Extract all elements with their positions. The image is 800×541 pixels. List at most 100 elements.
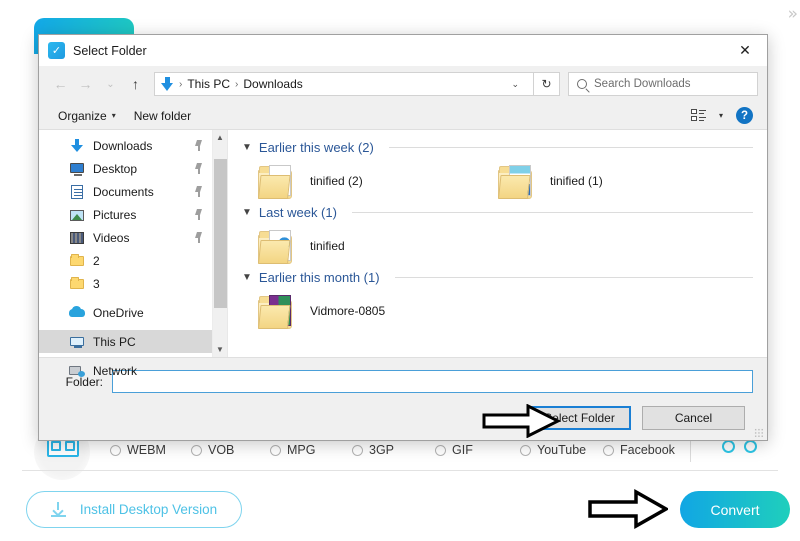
divider bbox=[395, 277, 753, 278]
organize-label: Organize bbox=[58, 109, 107, 123]
group-header-last-week[interactable]: ▼ Last week (1) bbox=[242, 205, 753, 220]
radio-icon[interactable] bbox=[603, 445, 614, 456]
social-icon-2[interactable] bbox=[744, 440, 757, 453]
chevron-down-icon: ▾ bbox=[112, 111, 116, 120]
scrollbar-track[interactable] bbox=[213, 145, 227, 342]
sidebar-item-folder-3[interactable]: 3 bbox=[39, 272, 212, 295]
install-desktop-version-button[interactable]: Install Desktop Version bbox=[26, 491, 242, 528]
radio-icon[interactable] bbox=[110, 445, 121, 456]
group-title: Earlier this week (2) bbox=[259, 140, 374, 155]
chevron-down-icon[interactable]: ▾ bbox=[719, 111, 723, 120]
pin-icon[interactable] bbox=[194, 232, 204, 243]
dialog-body: Downloads Desktop Documents Pictures Vid bbox=[39, 130, 767, 357]
group-title: Last week (1) bbox=[259, 205, 337, 220]
scroll-up-icon[interactable]: ▲ bbox=[216, 130, 224, 145]
list-item[interactable]: Vidmore-0805 bbox=[258, 293, 498, 329]
pin-icon[interactable] bbox=[194, 140, 204, 151]
navigation-pane-scrollbar[interactable]: ▲ ▼ bbox=[212, 130, 227, 357]
cancel-button[interactable]: Cancel bbox=[642, 406, 745, 430]
sidebar-item-label: OneDrive bbox=[93, 306, 204, 320]
radio-icon[interactable] bbox=[270, 445, 281, 456]
sidebar-item-downloads[interactable]: Downloads bbox=[39, 134, 212, 157]
breadcrumb-item-this-pc[interactable]: This PC bbox=[187, 77, 230, 91]
download-icon bbox=[51, 502, 66, 517]
view-layout-icon[interactable] bbox=[691, 109, 706, 122]
format-option[interactable]: WEBM bbox=[110, 443, 191, 457]
sidebar-item-network[interactable]: Network bbox=[39, 359, 212, 382]
refresh-icon[interactable]: ↻ bbox=[534, 72, 560, 96]
list-item[interactable]: tinified bbox=[258, 228, 498, 264]
format-option[interactable]: Facebook bbox=[603, 443, 675, 457]
radio-icon[interactable] bbox=[520, 445, 531, 456]
radio-icon[interactable] bbox=[191, 445, 202, 456]
sidebar-item-videos[interactable]: Videos bbox=[39, 226, 212, 249]
sidebar-item-documents[interactable]: Documents bbox=[39, 180, 212, 203]
format-label: Facebook bbox=[620, 443, 675, 457]
sidebar-item-label: This PC bbox=[93, 335, 204, 349]
breadcrumb[interactable]: › This PC › Downloads ⌄ bbox=[154, 72, 534, 96]
select-folder-dialog: ✓ Select Folder ✕ ← → ⌄ ↑ › This PC › Do… bbox=[38, 34, 768, 441]
format-option[interactable]: VOB bbox=[191, 443, 270, 457]
list-item[interactable]: tinified (2) bbox=[258, 163, 498, 199]
arrow-annotation-select-folder bbox=[482, 404, 560, 438]
sidebar-item-folder-2[interactable]: 2 bbox=[39, 249, 212, 272]
format-option[interactable]: MPG bbox=[270, 443, 352, 457]
dialog-toolbar: Organize ▾ New folder ▾ ? bbox=[39, 102, 767, 130]
convert-button-label: Convert bbox=[710, 502, 759, 518]
new-folder-label: New folder bbox=[134, 109, 191, 123]
recent-locations-icon[interactable]: ⌄ bbox=[98, 71, 123, 97]
list-item[interactable]: tinified (1) bbox=[498, 163, 738, 199]
resize-grip[interactable] bbox=[754, 428, 764, 438]
scroll-down-icon[interactable]: ▼ bbox=[216, 342, 224, 357]
pin-icon[interactable] bbox=[194, 163, 204, 174]
sidebar-item-this-pc[interactable]: This PC bbox=[39, 330, 212, 353]
folder-icon bbox=[258, 293, 298, 329]
chevron-down-icon[interactable]: ▼ bbox=[242, 142, 252, 153]
pin-icon[interactable] bbox=[194, 209, 204, 220]
sidebar-item-label: 3 bbox=[93, 277, 204, 291]
chevron-down-icon[interactable]: ▼ bbox=[242, 207, 252, 218]
new-folder-button[interactable]: New folder bbox=[125, 105, 200, 127]
navigation-pane: Downloads Desktop Documents Pictures Vid bbox=[39, 130, 212, 357]
convert-button[interactable]: Convert bbox=[680, 491, 790, 528]
file-name: Vidmore-0805 bbox=[310, 304, 385, 318]
sidebar-item-label: 2 bbox=[93, 254, 204, 268]
format-option[interactable]: GIF bbox=[435, 443, 520, 457]
this-pc-icon bbox=[69, 334, 85, 350]
radio-icon[interactable] bbox=[352, 445, 363, 456]
sidebar-item-desktop[interactable]: Desktop bbox=[39, 157, 212, 180]
format-option[interactable]: YouTube bbox=[520, 443, 603, 457]
group-header-earlier-this-month[interactable]: ▼ Earlier this month (1) bbox=[242, 270, 753, 285]
help-icon[interactable]: ? bbox=[736, 107, 753, 124]
file-list-pane[interactable]: ▼ Earlier this week (2) tinified (2) tin… bbox=[227, 130, 767, 357]
file-name: tinified (2) bbox=[310, 174, 363, 188]
sidebar-item-label: Network bbox=[93, 364, 204, 378]
format-label: 3GP bbox=[369, 443, 394, 457]
sidebar-item-onedrive[interactable]: OneDrive bbox=[39, 301, 212, 324]
breadcrumb-item-downloads[interactable]: Downloads bbox=[243, 77, 302, 91]
dialog-navigation-bar: ← → ⌄ ↑ › This PC › Downloads ⌄ ↻ Search… bbox=[39, 66, 767, 102]
format-label: WEBM bbox=[127, 443, 166, 457]
pin-icon[interactable] bbox=[194, 186, 204, 197]
organize-button[interactable]: Organize ▾ bbox=[49, 105, 125, 127]
close-icon[interactable]: ✕ bbox=[723, 35, 767, 66]
sidebar-item-pictures[interactable]: Pictures bbox=[39, 203, 212, 226]
chevron-down-icon[interactable]: ▼ bbox=[242, 272, 252, 283]
chevron-right-icon: » bbox=[788, 4, 798, 24]
network-icon bbox=[69, 363, 85, 379]
forward-icon[interactable]: → bbox=[73, 71, 98, 97]
radio-icon[interactable] bbox=[435, 445, 446, 456]
scrollbar-thumb[interactable] bbox=[214, 159, 227, 308]
format-option[interactable]: 3GP bbox=[352, 443, 435, 457]
format-label: VOB bbox=[208, 443, 234, 457]
back-icon[interactable]: ← bbox=[48, 71, 73, 97]
dialog-title: Select Folder bbox=[73, 44, 147, 58]
up-icon[interactable]: ↑ bbox=[123, 71, 148, 97]
sidebar-item-label: Downloads bbox=[93, 139, 186, 153]
search-input[interactable]: Search Downloads bbox=[568, 72, 758, 96]
group-items: tinified (2) tinified (1) bbox=[242, 159, 753, 205]
social-share-icons[interactable] bbox=[722, 440, 757, 453]
social-icon-1[interactable] bbox=[722, 440, 735, 453]
chevron-down-icon[interactable]: ⌄ bbox=[503, 79, 527, 90]
group-header-earlier-this-week[interactable]: ▼ Earlier this week (2) bbox=[242, 140, 753, 155]
